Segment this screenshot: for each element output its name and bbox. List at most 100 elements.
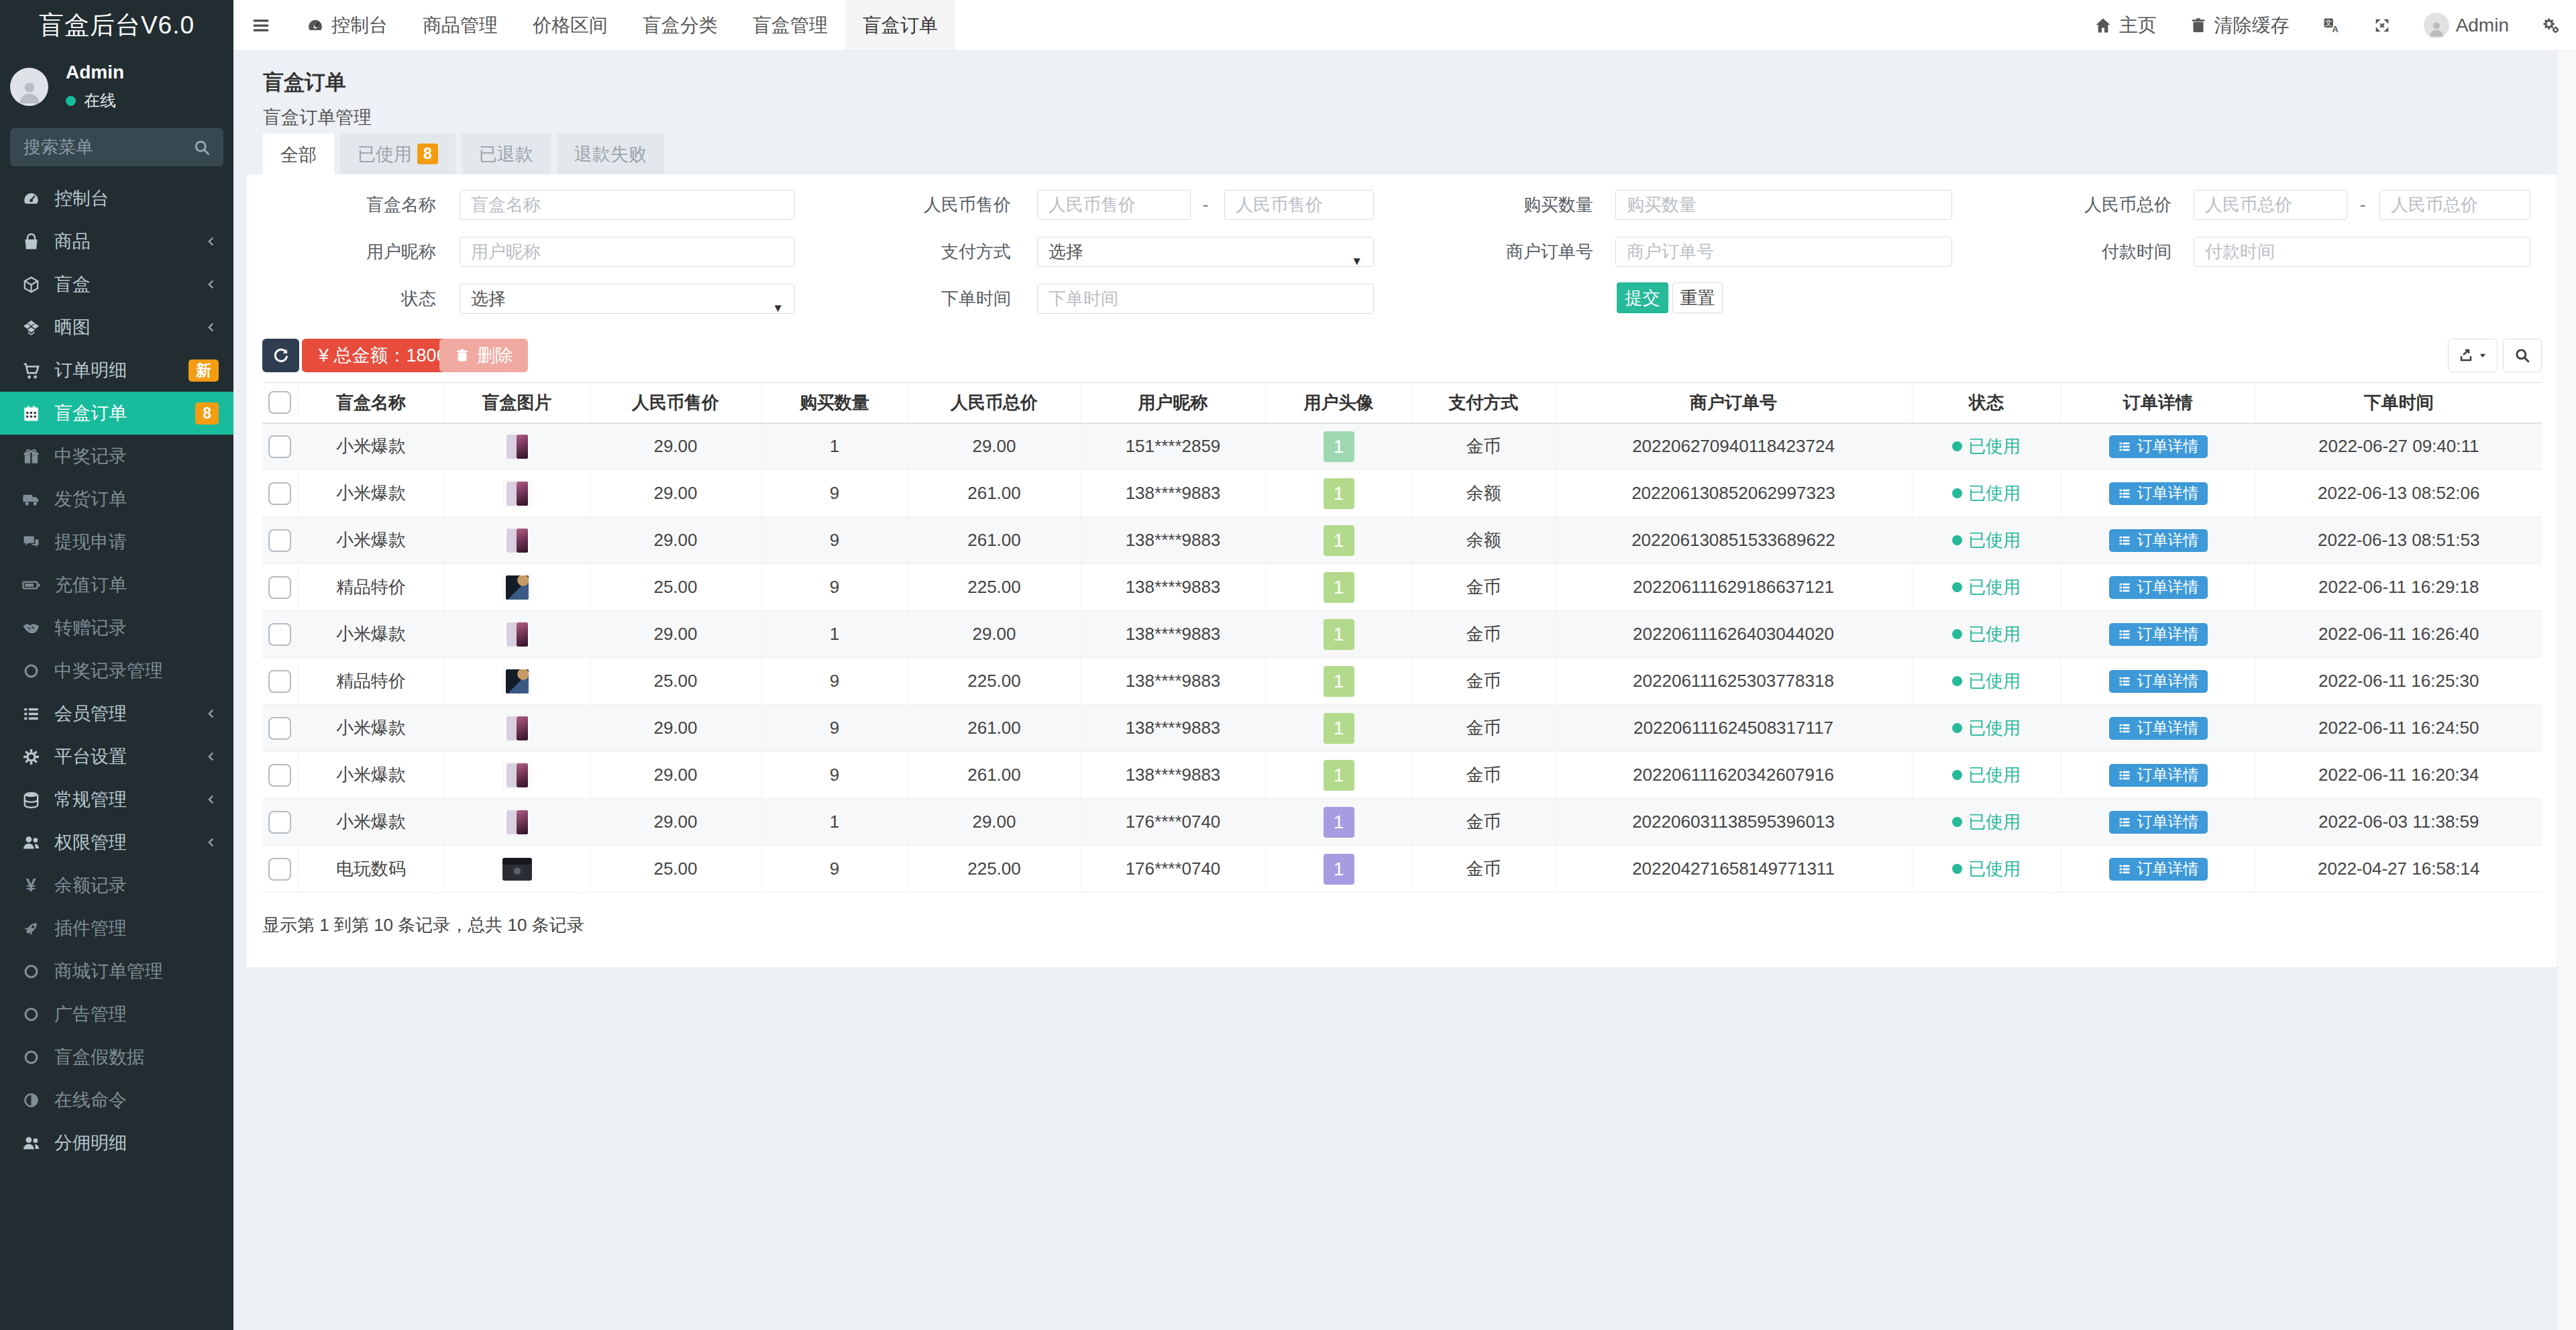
sidebar-user-name: Admin (66, 62, 124, 83)
fullscreen-button[interactable] (2357, 0, 2408, 50)
nav-tab-5[interactable]: 盲盒管理 (735, 0, 845, 50)
reset-button[interactable]: 重置 (1672, 282, 1723, 313)
cell-order-time: 2022-06-11 16:24:50 (2255, 705, 2542, 752)
sidebar-item-4[interactable]: 晒图 (0, 306, 233, 349)
sidebar-item-14[interactable]: 平台设置 (0, 735, 233, 778)
sidebar-item-7[interactable]: 中奖记录 (0, 435, 233, 478)
sidebar-item-15[interactable]: 常规管理 (0, 778, 233, 821)
filter-label-pay-time: 付款时间 (2004, 237, 2171, 267)
yen-icon: ¥ (19, 875, 43, 895)
export-button[interactable] (2448, 339, 2498, 372)
order-detail-button[interactable]: 订单详情 (2109, 623, 2208, 646)
tab-4[interactable]: 退款失败 (557, 133, 664, 174)
row-checkbox[interactable] (268, 858, 291, 881)
cell-quantity: 9 (761, 658, 908, 705)
nav-tab-3[interactable]: 价格区间 (515, 0, 625, 50)
sidebar-item-18[interactable]: 插件管理 (0, 907, 233, 950)
translate-button[interactable]: 文A (2306, 0, 2357, 50)
sidebar-item-22[interactable]: 在线命令 (0, 1078, 233, 1121)
nav-tab-6[interactable]: 盲盒订单 (845, 0, 955, 50)
order-detail-button[interactable]: 订单详情 (2109, 670, 2208, 693)
sidebar-item-23[interactable]: 分佣明细 (0, 1121, 233, 1164)
row-checkbox[interactable] (268, 576, 291, 599)
order-time-input[interactable] (1037, 284, 1374, 314)
status-dot (1952, 723, 1962, 733)
nav-tab-2[interactable]: 商品管理 (405, 0, 515, 50)
order-detail-button[interactable]: 订单详情 (2109, 482, 2208, 505)
tab-2[interactable]: 已使用8 (340, 133, 455, 174)
order-detail-button[interactable]: 订单详情 (2109, 858, 2208, 881)
row-checkbox[interactable] (268, 529, 291, 552)
sidebar-item-1[interactable]: 控制台 (0, 177, 233, 220)
total-min-input[interactable] (2194, 190, 2347, 220)
nav-tab-4[interactable]: 盲盒分类 (625, 0, 735, 50)
row-checkbox[interactable] (268, 482, 291, 505)
pay-type-select[interactable]: 选择▼ (1037, 237, 1374, 267)
price-max-input[interactable] (1224, 190, 1374, 220)
nav-tab-1[interactable]: 控制台 (288, 0, 405, 50)
delete-button[interactable]: 删除 (439, 339, 528, 372)
select-all-checkbox[interactable] (268, 391, 291, 414)
row-checkbox[interactable] (268, 717, 291, 740)
sidebar-item-8[interactable]: 发货订单 (0, 478, 233, 520)
row-checkbox[interactable] (268, 435, 291, 458)
tab-3[interactable]: 已退款 (462, 133, 551, 174)
order-detail-button[interactable]: 订单详情 (2109, 811, 2208, 834)
table-record-summary: 显示第 1 到第 10 条记录，总共 10 条记录 (262, 913, 584, 937)
pay-time-input[interactable] (2194, 237, 2530, 267)
sidebar-item-11[interactable]: 转赠记录 (0, 606, 233, 649)
cell-box-name: 电玩数码 (298, 846, 444, 893)
sidebar-item-9[interactable]: 提现申请 (0, 520, 233, 563)
sidebar-item-19[interactable]: 商城订单管理 (0, 950, 233, 993)
sidebar-item-16[interactable]: 权限管理 (0, 821, 233, 864)
row-checkbox[interactable] (268, 764, 291, 787)
sidebar-item-6[interactable]: 盲盒订单8 (0, 392, 233, 435)
home-link[interactable]: 主页 (2078, 0, 2173, 50)
cell-pay-type: 金币 (1412, 846, 1555, 893)
row-checkbox[interactable] (268, 811, 291, 834)
sidebar-item-5[interactable]: 订单明细新 (0, 349, 233, 392)
order-no-input[interactable] (1615, 237, 1952, 267)
order-detail-button[interactable]: 订单详情 (2109, 435, 2208, 458)
cell-pay-type: 金币 (1412, 611, 1555, 658)
translate-icon: 文A (2322, 16, 2341, 35)
order-detail-button[interactable]: 订单详情 (2109, 717, 2208, 740)
row-checkbox[interactable] (268, 670, 291, 693)
filter-label-order-time: 下单时间 (843, 284, 1011, 314)
row-checkbox[interactable] (268, 623, 291, 646)
user-menu[interactable]: Admin (2408, 0, 2525, 50)
table-search-button[interactable] (2503, 339, 2542, 372)
settings-button[interactable] (2525, 0, 2576, 50)
sidebar-item-10[interactable]: 充值订单 (0, 563, 233, 606)
total-max-input[interactable] (2379, 190, 2530, 220)
main-content: 盲盒订单 盲盒订单管理 全部已使用8已退款退款失败 盲盒名称 人民币售价 - 购… (233, 51, 2576, 1330)
order-detail-button[interactable]: 订单详情 (2109, 576, 2208, 599)
cell-nickname: 138****9883 (1081, 658, 1265, 705)
sidebar-item-3[interactable]: 盲盒 (0, 263, 233, 306)
sidebar-item-13[interactable]: 会员管理 (0, 692, 233, 735)
price-min-input[interactable] (1037, 190, 1191, 220)
cell-quantity: 9 (761, 752, 908, 799)
sidebar-toggle-button[interactable] (233, 0, 288, 50)
sidebar-item-2[interactable]: 商品 (0, 220, 233, 263)
sidebar-item-21[interactable]: 盲盒假数据 (0, 1036, 233, 1078)
tab-1[interactable]: 全部 (263, 133, 334, 176)
clear-cache-button[interactable]: 清除缓存 (2173, 0, 2306, 50)
submit-button[interactable]: 提交 (1617, 282, 1668, 313)
order-detail-button[interactable]: 订单详情 (2109, 529, 2208, 552)
sidebar-item-17[interactable]: ¥余额记录 (0, 864, 233, 907)
handshake-icon (19, 618, 43, 638)
quantity-input[interactable] (1615, 190, 1952, 220)
refresh-button[interactable] (262, 339, 299, 372)
box-name-input[interactable] (460, 190, 795, 220)
order-detail-button[interactable]: 订单详情 (2109, 764, 2208, 787)
nickname-input[interactable] (460, 237, 795, 267)
scrollbar[interactable] (2557, 51, 2576, 1330)
status-select[interactable]: 选择▼ (460, 284, 795, 314)
sidebar-item-12[interactable]: 中奖记录管理 (0, 649, 233, 692)
sidebar-search-input[interactable] (10, 128, 223, 166)
cell-price: 29.00 (590, 470, 761, 517)
sidebar-item-20[interactable]: 广告管理 (0, 993, 233, 1036)
page-title: 盲盒订单 (263, 68, 372, 97)
status-badge: 已使用 (1952, 435, 2021, 458)
